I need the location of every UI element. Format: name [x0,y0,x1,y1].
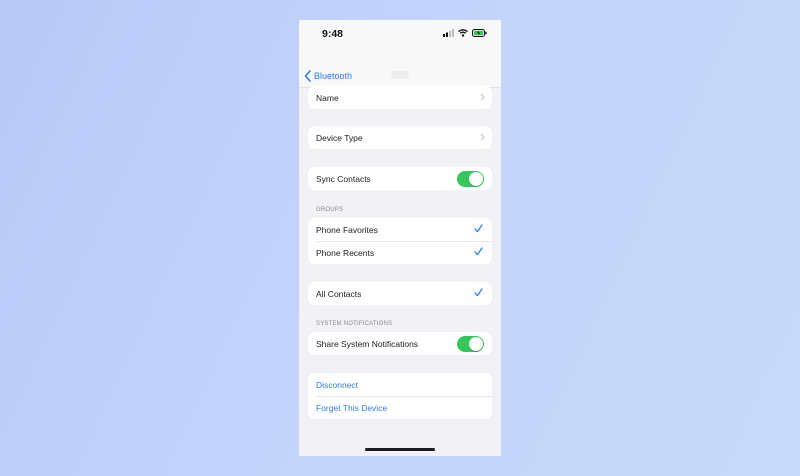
navigation-bar: Bluetooth [299,48,501,88]
phone-recents-row[interactable]: Phone Recents [308,241,492,264]
phone-favorites-row[interactable]: Phone Favorites [308,218,492,241]
checkmark-icon [474,224,483,233]
name-label: Name [316,92,339,103]
name-row[interactable]: Name [308,86,492,109]
home-indicator[interactable] [365,448,435,451]
device-type-label: Device Type [316,132,363,143]
battery-icon [472,29,487,37]
phone-recents-label: Phone Recents [316,247,375,258]
device-type-group: Device Type [308,126,492,149]
phone-screen: 9:48 Bluetooth Name Device Type Sync Con… [299,20,501,456]
phone-favorites-label: Phone Favorites [316,224,378,235]
sync-contacts-toggle[interactable] [457,171,484,187]
device-type-row[interactable]: Device Type [308,126,492,149]
disconnect-button[interactable]: Disconnect [308,373,492,396]
forget-device-button[interactable]: Forget This Device [308,396,492,419]
toggle-knob [469,172,483,186]
sync-contacts-group: Sync Contacts [308,167,492,190]
sync-contacts-row: Sync Contacts [308,167,492,190]
wifi-icon [458,29,468,37]
all-contacts-label: All Contacts [316,288,362,299]
system-notifications-section-header: SYSTEM NOTIFICATIONS [316,321,393,327]
device-actions-group: Disconnect Forget This Device [308,373,492,419]
checkmark-icon [474,288,483,297]
nav-title-placeholder [391,71,409,79]
back-button[interactable]: Bluetooth [304,70,352,82]
disconnect-label: Disconnect [316,379,359,390]
status-bar: 9:48 [299,20,501,48]
status-time: 9:48 [322,28,344,40]
all-contacts-group: All Contacts [308,282,492,305]
back-chevron-icon [304,70,311,82]
name-group: Name [308,86,492,109]
share-system-notifications-toggle[interactable] [457,336,484,352]
status-icons [443,29,487,37]
system-notifications-group: Share System Notifications [308,332,492,355]
share-system-notifications-row: Share System Notifications [308,332,492,355]
chevron-right-icon [480,133,485,141]
all-contacts-row[interactable]: All Contacts [308,282,492,305]
groups-group: Phone Favorites Phone Recents [308,218,492,264]
toggle-knob [469,337,483,351]
checkmark-icon [474,247,483,256]
forget-device-label: Forget This Device [316,402,388,413]
signal-icon [443,29,454,37]
back-button-label: Bluetooth [314,71,353,81]
groups-section-header: GROUPS [316,207,344,213]
chevron-right-icon [480,93,485,101]
